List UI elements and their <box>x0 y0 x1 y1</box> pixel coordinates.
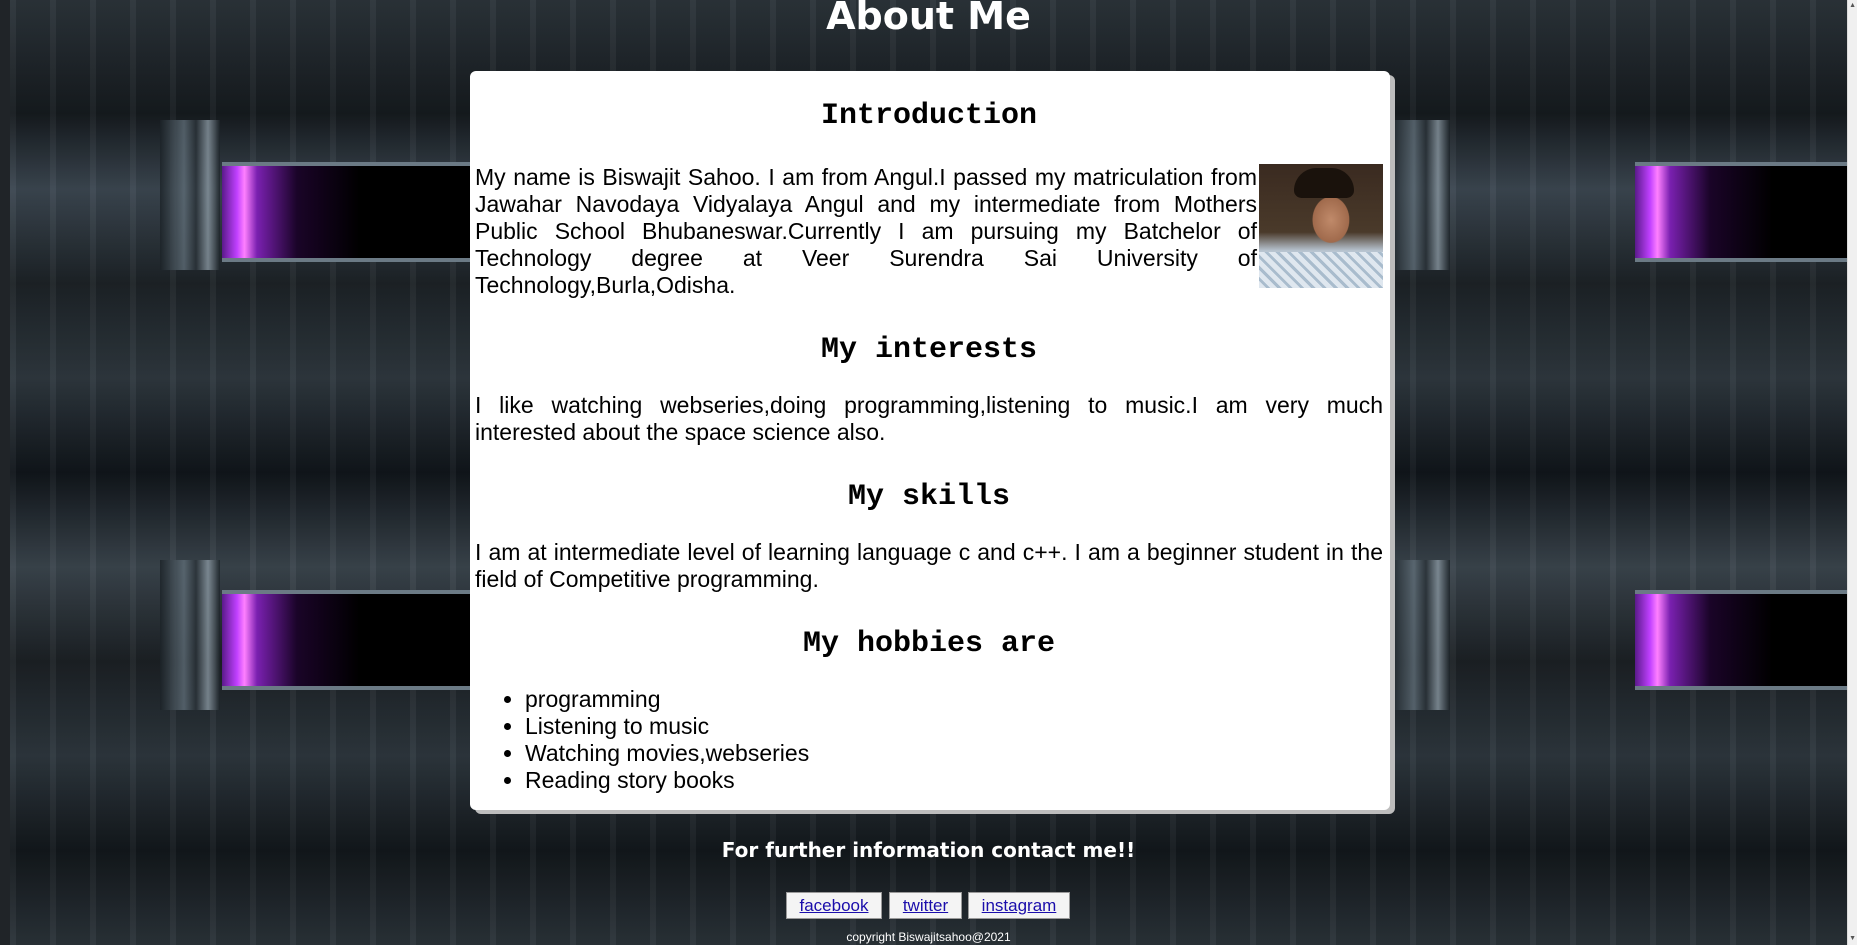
list-item: Listening to music <box>525 713 1383 740</box>
introduction-text: My name is Biswajit Sahoo. I am from Ang… <box>475 164 1257 298</box>
twitter-link[interactable]: twitter <box>889 892 962 919</box>
portal-decoration <box>222 590 472 690</box>
corridor-frame <box>160 120 220 270</box>
portal-decoration <box>1635 162 1848 262</box>
hobbies-list: programming Listening to music Watching … <box>475 686 1383 794</box>
interests-heading: My interests <box>820 333 1038 367</box>
introduction-heading: Introduction <box>820 99 1038 133</box>
list-item: Watching movies,webseries <box>525 740 1383 767</box>
interests-text: I like watching webseries,doing programm… <box>475 392 1383 445</box>
portal-decoration <box>1635 590 1848 690</box>
corridor-frame <box>160 560 220 710</box>
corridor-frame <box>1390 560 1450 710</box>
about-card: Introduction My name is Biswajit Sahoo. … <box>470 71 1390 810</box>
list-item: Reading story books <box>525 767 1383 794</box>
vertical-scrollbar[interactable]: ▲ ▼ <box>1847 0 1857 945</box>
hobbies-heading: My hobbies are <box>802 627 1056 661</box>
profile-photo <box>1259 164 1383 288</box>
corridor-frame <box>1390 120 1450 270</box>
portal-decoration <box>222 162 472 262</box>
list-item: programming <box>525 686 1383 713</box>
skills-text: I am at intermediate level of learning l… <box>475 539 1383 592</box>
contact-text: For further information contact me!! <box>721 838 1136 862</box>
profile-photo-shirt <box>1259 252 1383 288</box>
window-edge <box>0 0 10 945</box>
profile-photo-hair <box>1294 168 1354 198</box>
page-title: About Me <box>826 0 1031 38</box>
instagram-link[interactable]: instagram <box>968 892 1070 919</box>
facebook-link[interactable]: facebook <box>786 892 882 919</box>
skills-heading: My skills <box>847 480 1011 514</box>
copyright-text: copyright Biswajitsahoo@2021 <box>846 930 1011 944</box>
introduction-block: My name is Biswajit Sahoo. I am from Ang… <box>475 164 1383 299</box>
